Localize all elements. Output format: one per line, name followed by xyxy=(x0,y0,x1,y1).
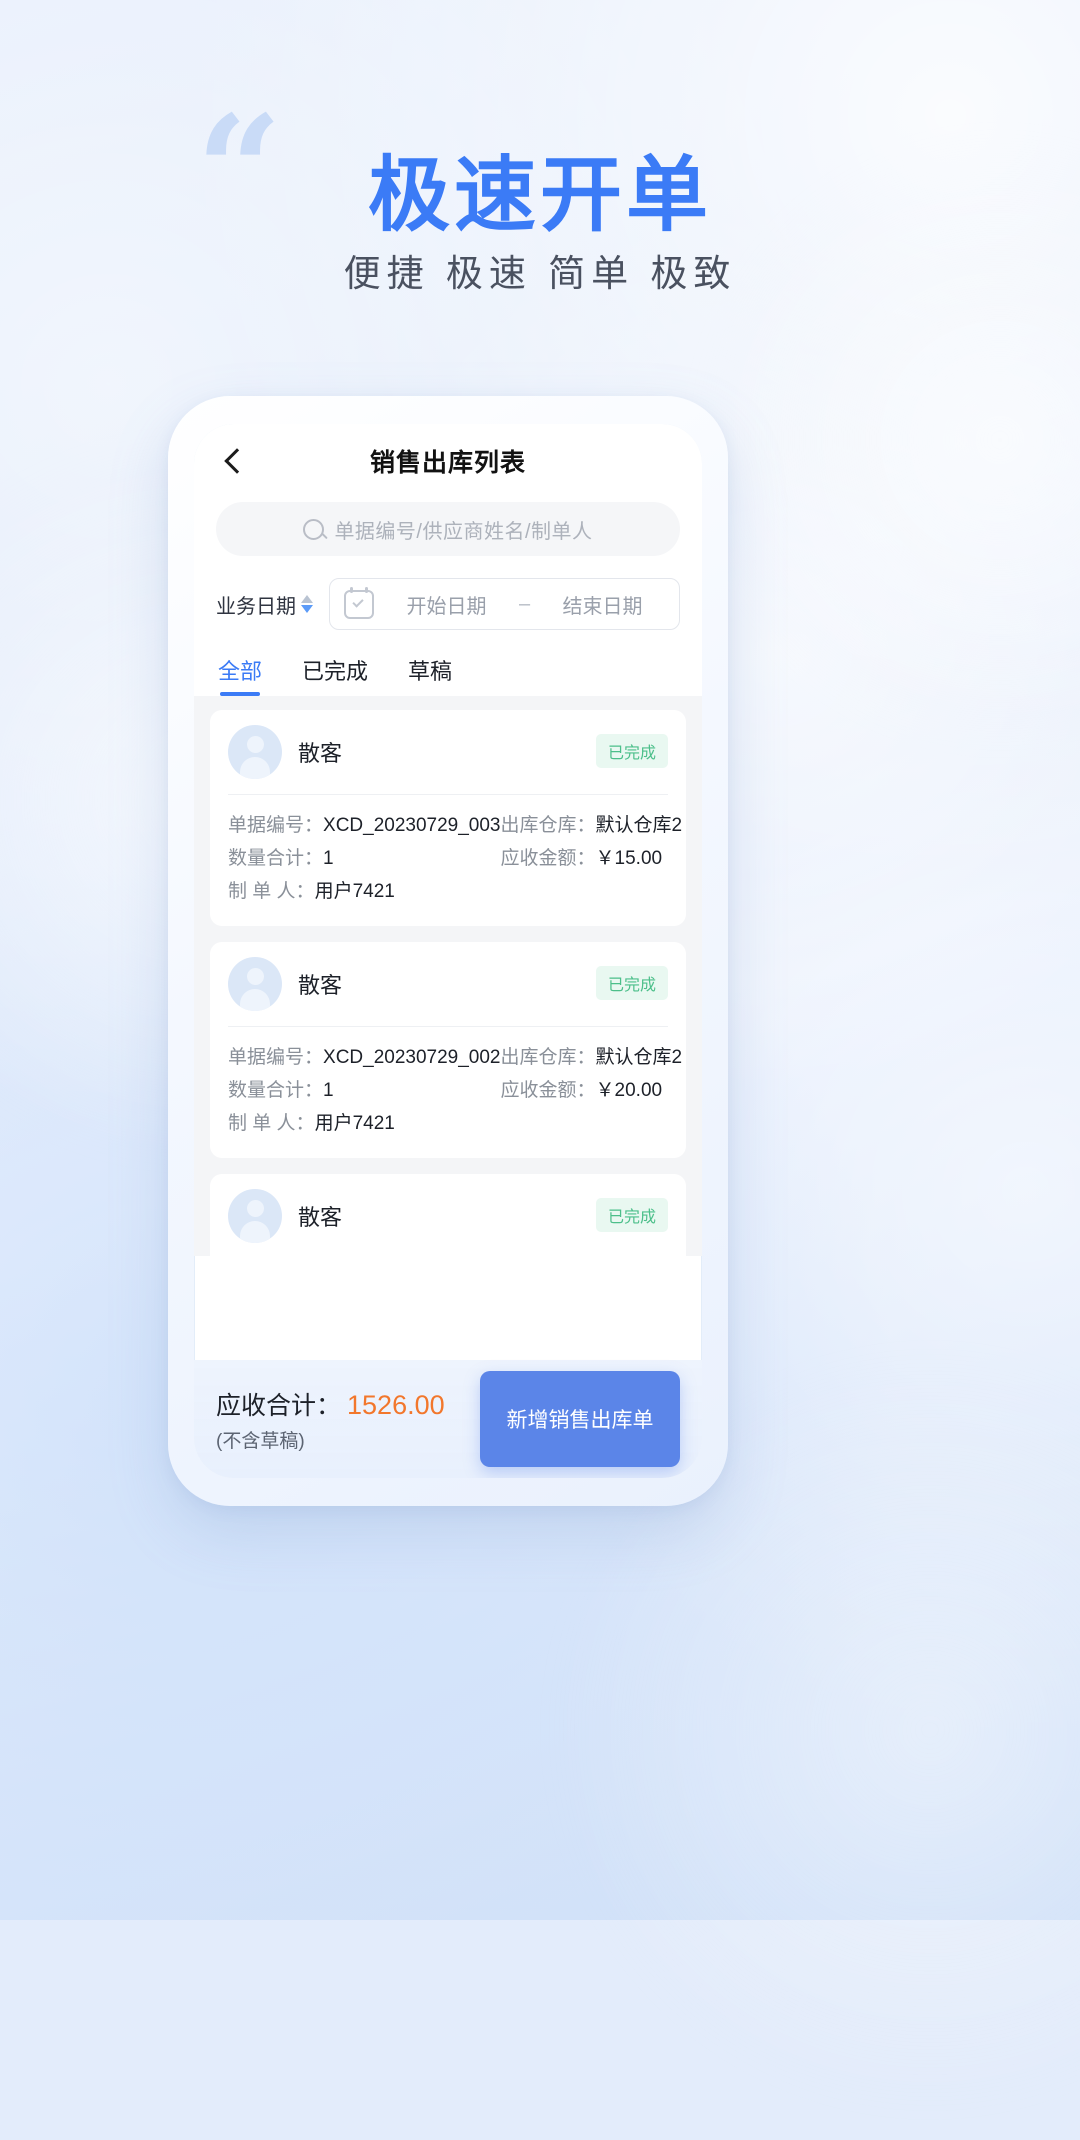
amount-value: ￥15.00 xyxy=(595,848,663,869)
warehouse-row: 出库仓库： 默认仓库2 xyxy=(501,809,701,842)
card-header: 散客 已完成 xyxy=(228,942,668,1026)
avatar xyxy=(228,957,282,1011)
customer-name: 散客 xyxy=(298,973,343,998)
date-range-separator: – xyxy=(518,592,531,615)
qty-row: 数量合计： 1 xyxy=(228,842,501,875)
qty-value: 1 xyxy=(323,1080,334,1101)
amount-label: 应收金额： xyxy=(500,1080,596,1101)
doc-no-value: XCD_20230729_002 xyxy=(323,1047,501,1068)
search-placeholder: 单据编号/供应商姓名/制单人 xyxy=(334,520,593,543)
card-body: 单据编号： XCD_20230729_003 数量合计： 1 制 单 人： 用户… xyxy=(228,795,682,926)
status-badge: 已完成 xyxy=(595,734,668,768)
warehouse-label: 出库仓库： xyxy=(500,1047,596,1068)
avatar xyxy=(228,725,282,779)
card-right-column: 出库仓库： 默认仓库2 应收金额： ￥15.00 xyxy=(501,809,701,908)
search-icon xyxy=(303,518,325,540)
doc-no-label: 单据编号： xyxy=(228,1047,324,1068)
list-item[interactable]: 散客 已完成 单据编号： XCD_20230729_003 数量合计： 1 制 … xyxy=(210,710,686,926)
warehouse-value: 默认仓库2 xyxy=(595,815,683,836)
hero-title: 极速开单 xyxy=(367,148,712,243)
sort-by-business-date[interactable]: 业务日期 xyxy=(216,590,313,619)
hero-section: “ 极速开单 便捷 极速 简单 极致 xyxy=(0,0,1080,360)
phone-screen: 销售出库列表 单据编号/供应商姓名/制单人 业务日期 开始日期 – 结束日期 全… xyxy=(194,424,702,1478)
start-date-field[interactable]: 开始日期 xyxy=(384,590,509,619)
creator-row: 制 单 人： 用户7421 xyxy=(228,1107,501,1140)
add-sales-outbound-button[interactable]: 新增销售出库单 xyxy=(480,1371,680,1467)
list-item[interactable]: 散客 已完成 单据编号： XCD_20230729_001 数量合计： 1 xyxy=(210,1174,686,1256)
qty-value: 1 xyxy=(323,848,334,869)
end-date-field[interactable]: 结束日期 xyxy=(540,590,665,619)
sort-label: 业务日期 xyxy=(216,595,296,618)
tab-completed[interactable]: 已完成 xyxy=(302,654,368,696)
back-button[interactable] xyxy=(214,441,254,481)
amount-label: 应收金额： xyxy=(500,848,596,869)
total-note: (不含草稿) xyxy=(216,1430,305,1452)
amount-row: 应收金额： ￥15.00 xyxy=(501,842,701,875)
status-badge: 已完成 xyxy=(595,1198,668,1232)
warehouse-label: 出库仓库： xyxy=(500,815,596,836)
calendar-icon xyxy=(344,586,374,619)
sort-arrows-icon xyxy=(301,595,313,613)
filter-row: 业务日期 开始日期 – 结束日期 xyxy=(194,556,702,630)
warehouse-value: 默认仓库2 xyxy=(595,1047,683,1068)
qty-label: 数量合计： xyxy=(228,1080,324,1101)
creator-value: 用户7421 xyxy=(314,881,395,902)
chevron-left-icon xyxy=(223,448,250,474)
bottom-summary-bar: 应收合计： 1526.00 (不含草稿) 新增销售出库单 xyxy=(194,1360,702,1478)
doc-no-row: 单据编号： XCD_20230729_002 xyxy=(228,1041,501,1074)
customer-name: 散客 xyxy=(298,741,343,766)
total-line: 应收合计： 1526.00 xyxy=(216,1386,480,1422)
card-left-column: 单据编号： XCD_20230729_002 数量合计： 1 制 单 人： 用户… xyxy=(228,1041,501,1140)
status-badge: 已完成 xyxy=(595,966,668,1000)
hero-subtitle: 便捷 极速 简单 极致 xyxy=(343,253,737,294)
status-tabs: 全部 已完成 草稿 xyxy=(194,630,702,696)
search-section: 单据编号/供应商姓名/制单人 xyxy=(194,498,702,556)
date-range-picker[interactable]: 开始日期 – 结束日期 xyxy=(329,578,680,630)
avatar xyxy=(228,1189,282,1243)
card-left-column: 单据编号： XCD_20230729_003 数量合计： 1 制 单 人： 用户… xyxy=(228,809,501,908)
card-body: 单据编号： XCD_20230729_002 数量合计： 1 制 单 人： 用户… xyxy=(228,1027,682,1158)
list-item[interactable]: 散客 已完成 单据编号： XCD_20230729_002 数量合计： 1 制 … xyxy=(210,942,686,1158)
qty-row: 数量合计： 1 xyxy=(228,1074,501,1107)
tab-all[interactable]: 全部 xyxy=(218,654,262,696)
card-right-column: 出库仓库： 默认仓库2 应收金额： ￥20.00 xyxy=(501,1041,701,1140)
amount-row: 应收金额： ￥20.00 xyxy=(501,1074,701,1107)
total-value: 1526.00 xyxy=(347,1389,445,1420)
phone-mockup: 销售出库列表 单据编号/供应商姓名/制单人 业务日期 开始日期 – 结束日期 全… xyxy=(168,396,728,1506)
total-label: 应收合计： xyxy=(216,1391,342,1420)
doc-no-value: XCD_20230729_003 xyxy=(323,815,501,836)
search-input[interactable]: 单据编号/供应商姓名/制单人 xyxy=(216,502,680,556)
doc-no-row: 单据编号： XCD_20230729_003 xyxy=(228,809,501,842)
page-title: 销售出库列表 xyxy=(369,449,526,477)
creator-label: 制 单 人： xyxy=(228,881,315,902)
doc-no-label: 单据编号： xyxy=(228,815,324,836)
card-header: 散客 已完成 xyxy=(228,710,668,794)
customer-name: 散客 xyxy=(298,1205,343,1230)
card-header: 散客 已完成 xyxy=(228,1174,668,1256)
navbar: 销售出库列表 xyxy=(194,424,702,498)
creator-value: 用户7421 xyxy=(314,1113,395,1134)
amount-value: ￥20.00 xyxy=(595,1080,663,1101)
creator-row: 制 单 人： 用户7421 xyxy=(228,875,501,908)
warehouse-row: 出库仓库： 默认仓库2 xyxy=(501,1041,701,1074)
total-section: 应收合计： 1526.00 (不含草稿) xyxy=(216,1386,480,1453)
qty-label: 数量合计： xyxy=(228,848,324,869)
tab-draft[interactable]: 草稿 xyxy=(408,654,452,696)
creator-label: 制 单 人： xyxy=(228,1113,315,1134)
order-list[interactable]: 散客 已完成 单据编号： XCD_20230729_003 数量合计： 1 制 … xyxy=(194,696,702,1256)
